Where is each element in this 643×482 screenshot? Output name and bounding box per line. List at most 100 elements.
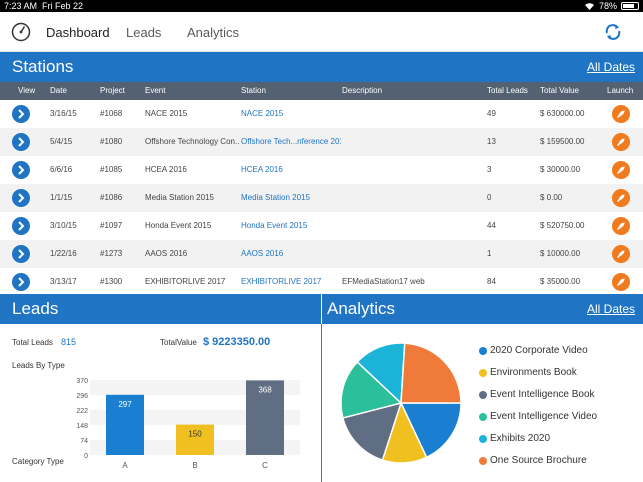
view-arrow-icon[interactable] — [12, 161, 30, 179]
row-station[interactable]: Honda Event 2015 — [241, 212, 341, 240]
row-project: #1085 — [100, 165, 123, 174]
table-row: 6/6/16 #1085 HCEA 2016 HCEA 2016 3 $ 300… — [0, 156, 643, 184]
tab-analytics[interactable]: Analytics — [187, 25, 239, 40]
row-total-leads: 44 — [487, 221, 496, 230]
tab-leads[interactable]: Leads — [126, 25, 161, 40]
view-arrow-icon[interactable] — [12, 133, 30, 151]
battery-percent: 78% — [598, 1, 617, 11]
row-total-leads: 13 — [487, 137, 496, 146]
gauge-icon[interactable] — [11, 22, 31, 42]
launch-rocket-icon[interactable] — [612, 189, 630, 207]
row-total-leads: 84 — [487, 277, 496, 286]
row-total-value: $ 159500.00 — [540, 137, 585, 146]
col-view: View — [18, 86, 36, 95]
category-type-label: Category Type — [12, 457, 64, 466]
table-row: 5/4/15 #1080 Offshore Technology Con... … — [0, 128, 643, 156]
row-station[interactable]: AAOS 2016 — [241, 240, 341, 268]
y-tick-label: 370 — [76, 378, 88, 385]
row-total-leads: 3 — [487, 165, 492, 174]
row-total-value: $ 0.00 — [540, 193, 563, 202]
legend-label: Environments Book — [490, 367, 577, 378]
col-description: Description — [342, 86, 383, 95]
launch-rocket-icon[interactable] — [612, 133, 630, 151]
col-date: Date — [50, 86, 67, 95]
row-total-leads: 0 — [487, 193, 492, 202]
stations-title: Stations — [12, 57, 74, 76]
row-station[interactable]: Offshore Tech...nference 2015 — [241, 128, 341, 156]
stations-all-dates-link[interactable]: All Dates — [587, 60, 635, 74]
section-divider — [321, 324, 322, 482]
view-arrow-icon[interactable] — [12, 217, 30, 235]
bar-value-label: 368 — [258, 385, 272, 394]
row-station[interactable]: HCEA 2016 — [241, 156, 341, 184]
x-tick-label: B — [192, 461, 197, 470]
total-value-amount: $ 9223350.00 — [203, 336, 271, 348]
tab-dashboard[interactable]: Dashboard — [46, 25, 110, 40]
stations-table-header: View Date Project Event Station Descript… — [0, 82, 643, 100]
row-total-value: $ 10000.00 — [540, 249, 581, 258]
analytics-pie-chart — [340, 342, 462, 464]
row-date: 5/4/15 — [50, 137, 73, 146]
row-event: HCEA 2016 — [145, 165, 187, 174]
row-project: #1097 — [100, 221, 123, 230]
row-date: 1/22/16 — [50, 249, 77, 258]
row-date: 3/13/17 — [50, 277, 77, 286]
legend-dot-icon — [479, 413, 487, 421]
legend-label: Exhibits 2020 — [490, 433, 551, 444]
row-event: Media Station 2015 — [145, 193, 214, 202]
legend-label: Event Intelligence Video — [490, 411, 598, 422]
launch-rocket-icon[interactable] — [612, 217, 630, 235]
legend-label: 2020 Corporate Video — [490, 345, 588, 356]
y-tick-label: 74 — [80, 438, 88, 445]
y-tick-label: 296 — [76, 393, 88, 400]
row-station[interactable]: EXHIBITORLIVE 2017 — [241, 268, 341, 296]
col-station: Station — [241, 86, 266, 95]
analytics-all-dates-link[interactable]: All Dates — [587, 302, 635, 316]
view-arrow-icon[interactable] — [12, 189, 30, 207]
row-station[interactable]: Media Station 2015 — [241, 184, 341, 212]
pie-slice[interactable] — [400, 342, 462, 404]
legend-label: Event Intelligence Book — [490, 389, 595, 400]
row-event: AAOS 2016 — [145, 249, 188, 258]
bar-value-label: 297 — [118, 400, 132, 409]
leads-title: Leads — [12, 299, 59, 318]
launch-rocket-icon[interactable] — [612, 105, 630, 123]
battery-icon — [621, 2, 639, 10]
row-project: #1273 — [100, 249, 123, 258]
row-total-value: $ 30000.00 — [540, 165, 581, 174]
table-row: 3/10/15 #1097 Honda Event 2015 Honda Eve… — [0, 212, 643, 240]
view-arrow-icon[interactable] — [12, 273, 30, 291]
row-project: #1086 — [100, 193, 123, 202]
row-total-value: $ 630000.00 — [540, 109, 585, 118]
row-event: NACE 2015 — [145, 109, 188, 118]
launch-rocket-icon[interactable] — [612, 273, 630, 291]
row-project: #1080 — [100, 137, 123, 146]
view-arrow-icon[interactable] — [12, 105, 30, 123]
wifi-icon — [584, 2, 594, 10]
table-row: 1/22/16 #1273 AAOS 2016 AAOS 2016 1 $ 10… — [0, 240, 643, 268]
leads-by-type-label: Leads By Type — [12, 361, 65, 370]
total-value-label: TotalValue — [160, 338, 197, 347]
view-arrow-icon[interactable] — [12, 245, 30, 263]
stations-table-body: 3/16/15 #1068 NACE 2015 NACE 2015 49 $ 6… — [0, 100, 643, 296]
col-total-leads: Total Leads — [487, 86, 528, 95]
launch-rocket-icon[interactable] — [612, 161, 630, 179]
launch-rocket-icon[interactable] — [612, 245, 630, 263]
row-event: Offshore Technology Con... — [145, 137, 240, 146]
table-row: 1/1/15 #1086 Media Station 2015 Media St… — [0, 184, 643, 212]
x-tick-label: A — [122, 461, 128, 470]
row-date: 6/6/16 — [50, 165, 73, 174]
row-date: 3/10/15 — [50, 221, 77, 230]
row-description: EFMediaStation17 web — [342, 277, 425, 286]
col-event: Event — [145, 86, 166, 95]
legend-dot-icon — [479, 369, 487, 377]
col-total-value: Total Value — [540, 86, 579, 95]
bar-value-label: 150 — [188, 430, 202, 439]
leads-header: Leads — [0, 294, 321, 324]
row-station[interactable]: NACE 2015 — [241, 100, 341, 128]
row-project: #1068 — [100, 109, 123, 118]
status-date: Fri Feb 22 — [42, 1, 84, 11]
legend-dot-icon — [479, 391, 487, 399]
y-tick-label: 222 — [76, 408, 88, 415]
refresh-icon[interactable] — [603, 22, 623, 42]
